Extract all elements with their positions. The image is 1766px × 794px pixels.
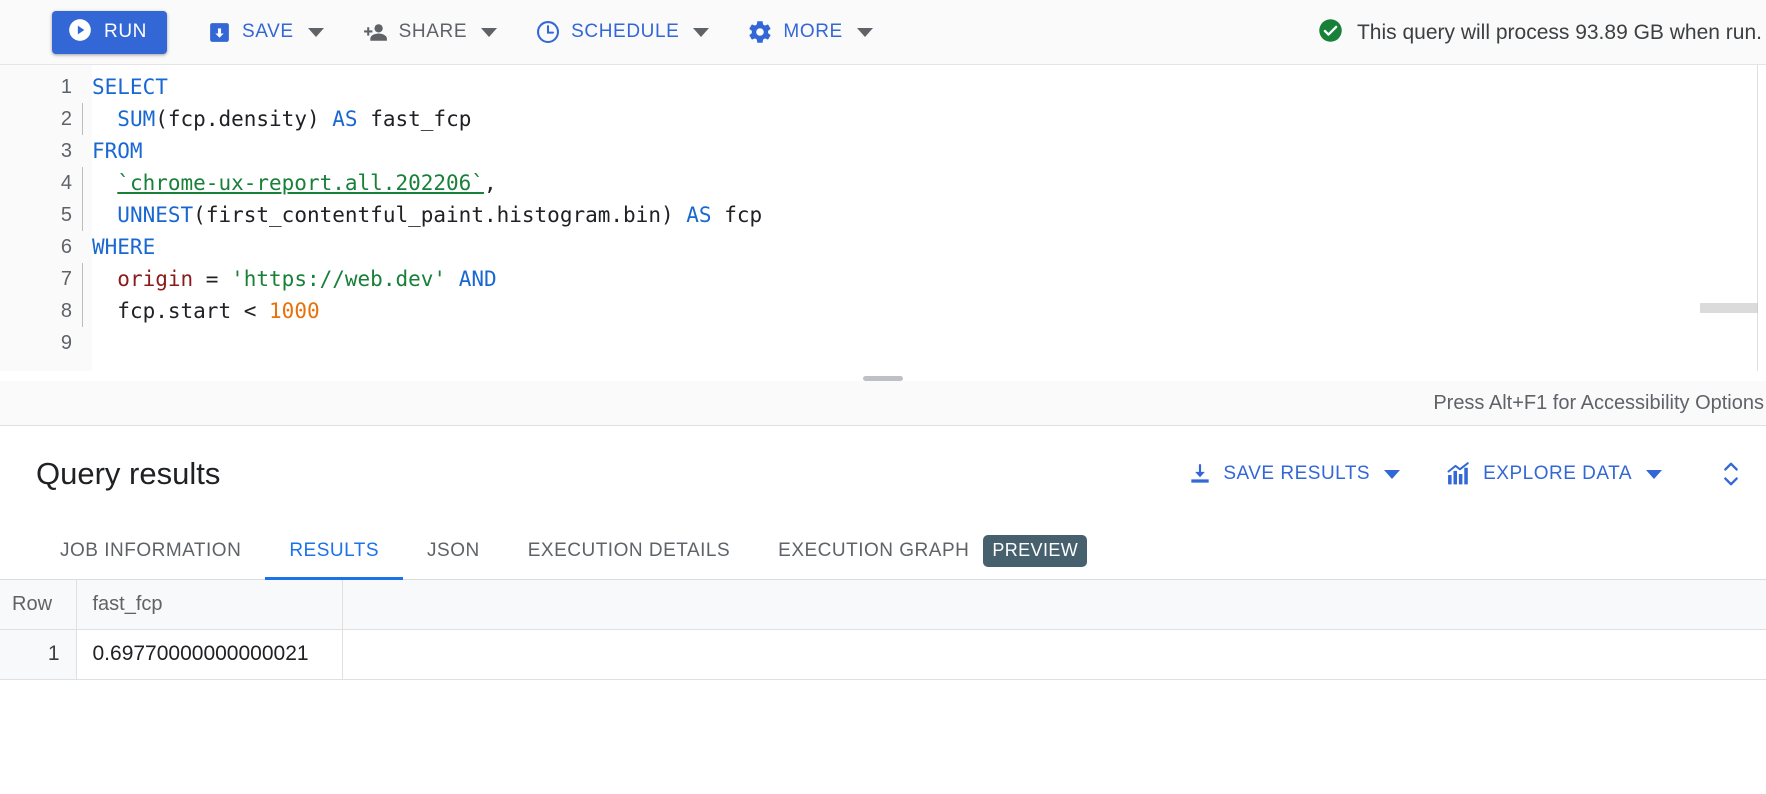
line-number: 9 <box>60 332 72 354</box>
tab-label: JSON <box>427 539 480 561</box>
column-header-row[interactable]: Row <box>0 580 77 630</box>
bigquery-editor-page: RUN SAVE SHARE SCHEDULE MORE This query … <box>0 0 1766 794</box>
code-line[interactable]: 6 WHERE <box>0 231 1766 263</box>
check-circle-icon <box>1317 17 1344 49</box>
code-line[interactable]: 5 UNNEST(first_contentful_paint.histogra… <box>0 199 1766 231</box>
code-text: `chrome-ux-report.all.202206`, <box>117 171 497 195</box>
code-text: SUM(fcp.density) AS fast_fcp <box>117 107 472 131</box>
chevron-down-icon <box>481 27 498 37</box>
chevron-down-icon <box>856 27 873 37</box>
editor-scrollbar-thumb[interactable] <box>1700 303 1758 313</box>
expand-collapse-button[interactable] <box>1716 457 1746 491</box>
results-actions: SAVE RESULTS EXPLORE DATA <box>1141 426 1746 522</box>
line-number: 5 <box>60 204 72 226</box>
code-text: fcp.start < 1000 <box>117 299 320 323</box>
code-line[interactable]: 2 SUM(fcp.density) AS fast_fcp <box>0 103 1766 135</box>
save-button[interactable]: SAVE <box>201 10 330 54</box>
tab-json[interactable]: JSON <box>403 522 504 579</box>
results-table: Row fast_fcp 1 0.69770000000000021 <box>0 580 1766 680</box>
explore-data-label: EXPLORE DATA <box>1483 463 1632 484</box>
code-line[interactable]: 3 FROM <box>0 135 1766 167</box>
tab-label: RESULTS <box>289 539 380 561</box>
editor-scrollbar-track[interactable] <box>1700 65 1758 371</box>
clock-icon <box>535 19 561 45</box>
chevron-down-icon <box>307 27 324 37</box>
cell-row-number: 1 <box>0 629 77 680</box>
tab-execution-graph[interactable]: EXECUTION GRAPH PREVIEW <box>754 522 1111 579</box>
save-button-label: SAVE <box>241 21 294 42</box>
indent-guide <box>72 263 92 295</box>
code-text: origin = 'https://web.dev' AND <box>117 267 497 291</box>
save-results-button[interactable]: SAVE RESULTS <box>1187 461 1401 487</box>
indent-guide <box>72 135 92 167</box>
indent-guide <box>72 103 92 135</box>
cell-empty <box>342 629 1766 680</box>
indent-guide <box>72 295 92 327</box>
chevron-down-icon <box>693 27 710 37</box>
tab-job-information[interactable]: JOB INFORMATION <box>36 522 265 579</box>
chart-icon <box>1446 461 1473 487</box>
sql-editor[interactable]: 1 SELECT 2 SUM(fcp.density) AS fast_fcp 3 FR… <box>0 65 1766 426</box>
schedule-button[interactable]: SCHEDULE <box>529 10 715 54</box>
run-button-label: RUN <box>104 21 147 42</box>
code-line[interactable]: 4 `chrome-ux-report.all.202206`, <box>0 167 1766 199</box>
table-row[interactable]: 1 0.69770000000000021 <box>0 629 1766 680</box>
query-cost-status: This query will process 93.89 GB when ru… <box>1317 0 1766 65</box>
table-header-row: Row fast_fcp <box>0 580 1766 630</box>
accessibility-hint-bar: Press Alt+F1 for Accessibility Options <box>0 381 1766 425</box>
line-number: 4 <box>60 172 72 194</box>
chevron-down-icon <box>1646 469 1662 479</box>
indent-guide <box>72 231 92 263</box>
tab-label: JOB INFORMATION <box>60 539 242 561</box>
line-number: 3 <box>60 140 72 162</box>
gear-icon <box>747 19 773 45</box>
code-line[interactable]: 7 origin = 'https://web.dev' AND <box>0 263 1766 295</box>
query-toolbar: RUN SAVE SHARE SCHEDULE MORE This query … <box>0 0 1766 65</box>
schedule-button-label: SCHEDULE <box>571 21 680 42</box>
save-results-label: SAVE RESULTS <box>1223 463 1371 484</box>
accessibility-hint-text: Press Alt+F1 for Accessibility Options <box>1433 391 1764 414</box>
results-tabs[interactable]: JOB INFORMATION RESULTS JSON EXECUTION DETA… <box>0 522 1766 580</box>
line-number: 8 <box>60 300 72 322</box>
save-icon <box>207 20 232 45</box>
code-text: UNNEST(first_contentful_paint.histogram.… <box>117 203 763 227</box>
code-line[interactable]: 1 SELECT <box>0 71 1766 103</box>
share-button-label: SHARE <box>398 21 468 42</box>
query-cost-text: This query will process 93.89 GB when ru… <box>1356 20 1762 44</box>
code-text: FROM <box>92 139 143 163</box>
download-icon <box>1187 461 1213 487</box>
tab-execution-details[interactable]: EXECUTION DETAILS <box>504 522 754 579</box>
explore-data-button[interactable]: EXPLORE DATA <box>1446 461 1662 487</box>
results-title: Query results <box>36 456 221 491</box>
unfold-more-icon <box>1724 462 1738 486</box>
code-line[interactable]: 8 fcp.start < 1000 <box>0 295 1766 327</box>
code-text: SELECT <box>92 75 168 99</box>
line-number: 1 <box>60 76 72 98</box>
more-button-label: MORE <box>783 21 843 42</box>
play-circle-icon <box>67 17 93 48</box>
tab-results[interactable]: RESULTS <box>265 522 403 580</box>
line-number: 6 <box>60 236 72 258</box>
tab-label: EXECUTION GRAPH <box>778 539 970 561</box>
chevron-down-icon <box>1384 469 1401 479</box>
sql-code-area[interactable]: 1 SELECT 2 SUM(fcp.density) AS fast_fcp 3 FR… <box>0 71 1766 359</box>
tab-label: EXECUTION DETAILS <box>527 539 731 561</box>
column-header-empty <box>342 580 1766 630</box>
person-add-icon <box>362 20 389 45</box>
code-text: WHERE <box>92 235 156 259</box>
more-button[interactable]: MORE <box>741 10 878 54</box>
run-button[interactable]: RUN <box>52 10 167 54</box>
share-button[interactable]: SHARE <box>356 10 503 54</box>
preview-badge: PREVIEW <box>983 534 1088 567</box>
indent-guide <box>72 199 92 231</box>
column-header-fast-fcp[interactable]: fast_fcp <box>76 580 343 630</box>
cell-fast-fcp[interactable]: 0.69770000000000021 <box>76 629 343 680</box>
code-line[interactable]: 9 <box>0 327 1766 359</box>
results-header: Query results SAVE RESULTS EXPLORE DATA <box>0 426 1766 522</box>
indent-guide <box>72 71 92 103</box>
indent-guide <box>72 327 92 359</box>
line-number: 2 <box>60 108 72 130</box>
indent-guide <box>72 167 92 199</box>
line-number: 7 <box>60 268 72 290</box>
